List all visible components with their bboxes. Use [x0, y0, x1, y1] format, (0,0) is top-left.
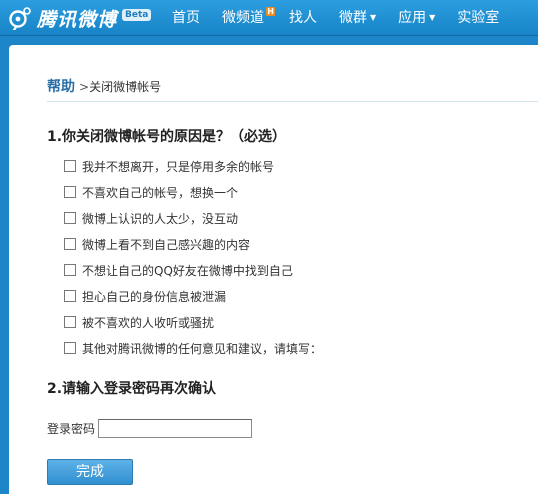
breadcrumb-help-link[interactable]: 帮助: [47, 79, 75, 95]
reason-option: 我并不想离开，只是停用多余的帐号: [64, 153, 322, 179]
reason-option: 担心自己的身份信息被泄漏: [64, 283, 322, 309]
nav-item-label: 微频道: [222, 10, 264, 26]
nav-item-label: 首页: [172, 10, 200, 26]
nav-item-home[interactable]: 首页: [161, 0, 211, 36]
password-input[interactable]: [98, 419, 253, 438]
reason-checkbox[interactable]: [64, 212, 76, 224]
reason-option: 不想让自己的QQ好友在微博中找到自己: [64, 257, 322, 283]
reason-option-label[interactable]: 微博上看不到自己感兴趣的内容: [82, 236, 250, 253]
question-1-title: 1.你关闭微博帐号的原因是？（必选）: [47, 129, 287, 145]
nav-item-channels[interactable]: 微频道 H: [211, 0, 278, 36]
breadcrumb: 帮助 >关闭微博帐号: [47, 76, 538, 102]
question-2-title: 2.请输入登录密码再次确认: [47, 381, 217, 397]
reason-option: 被不喜欢的人收听或骚扰: [64, 309, 322, 335]
reason-option-label[interactable]: 微博上认识的人太少，没互动: [82, 210, 238, 227]
reason-checkbox[interactable]: [64, 342, 76, 354]
reason-option-label[interactable]: 不想让自己的QQ好友在微博中找到自己: [82, 262, 293, 279]
logo-text: 腾讯微博: [37, 8, 118, 31]
password-row: 登录密码: [47, 419, 253, 438]
top-navigation-bar: 腾讯微博 Beta 首页 微频道 H 找人 微群 ▼ 应用 ▼ 实验室: [0, 0, 538, 36]
weibo-logo-icon: [9, 7, 31, 30]
nav-item-label: 实验室: [457, 10, 500, 26]
reason-checkbox[interactable]: [64, 238, 76, 250]
reason-option-label[interactable]: 担心自己的身份信息被泄漏: [82, 288, 226, 305]
nav-item-label: 找人: [289, 10, 317, 26]
reason-option: 微博上认识的人太少，没互动: [64, 205, 322, 231]
reason-option: 不喜欢自己的帐号，想换一个: [64, 179, 322, 205]
reason-checkbox[interactable]: [64, 316, 76, 328]
reason-option: 微博上看不到自己感兴趣的内容: [64, 231, 322, 257]
nav-item-label: 微群: [339, 10, 367, 26]
nav-item-apps[interactable]: 应用 ▼: [387, 0, 446, 36]
reason-option: 其他对腾讯微博的任何意见和建议，请填写：: [64, 335, 322, 361]
reason-option-label[interactable]: 其他对腾讯微博的任何意见和建议，请填写：: [82, 340, 322, 357]
reason-option-label[interactable]: 不喜欢自己的帐号，想换一个: [82, 184, 238, 201]
submit-button[interactable]: 完成: [47, 459, 133, 485]
nav-item-label: 应用: [398, 10, 427, 26]
hot-badge: H: [266, 7, 275, 16]
nav-item-find-people[interactable]: 找人: [278, 0, 328, 36]
main-nav: 首页 微频道 H 找人 微群 ▼ 应用 ▼ 实验室: [161, 0, 510, 36]
reason-checkbox[interactable]: [64, 264, 76, 276]
reason-checkbox[interactable]: [64, 160, 76, 172]
breadcrumb-separator: >: [79, 80, 90, 94]
breadcrumb-current: 关闭微博帐号: [89, 80, 162, 94]
content-panel: 帮助 >关闭微博帐号 1.你关闭微博帐号的原因是？（必选） 我并不想离开，只是停用…: [9, 45, 538, 494]
reason-option-label[interactable]: 被不喜欢的人收听或骚扰: [82, 314, 214, 331]
reason-options: 我并不想离开，只是停用多余的帐号 不喜欢自己的帐号，想换一个 微博上认识的人太少…: [64, 153, 322, 361]
caret-down-icon: ▼: [370, 13, 377, 22]
nav-item-groups[interactable]: 微群 ▼: [328, 0, 387, 36]
reason-option-label[interactable]: 我并不想离开，只是停用多余的帐号: [82, 158, 274, 175]
reason-checkbox[interactable]: [64, 186, 76, 198]
beta-badge: Beta: [122, 9, 152, 21]
caret-down-icon: ▼: [429, 13, 436, 22]
nav-item-lab[interactable]: 实验室: [446, 0, 510, 36]
password-label: 登录密码: [47, 422, 96, 436]
tencent-weibo-logo[interactable]: 腾讯微博 Beta: [8, 5, 152, 31]
reason-checkbox[interactable]: [64, 290, 76, 302]
